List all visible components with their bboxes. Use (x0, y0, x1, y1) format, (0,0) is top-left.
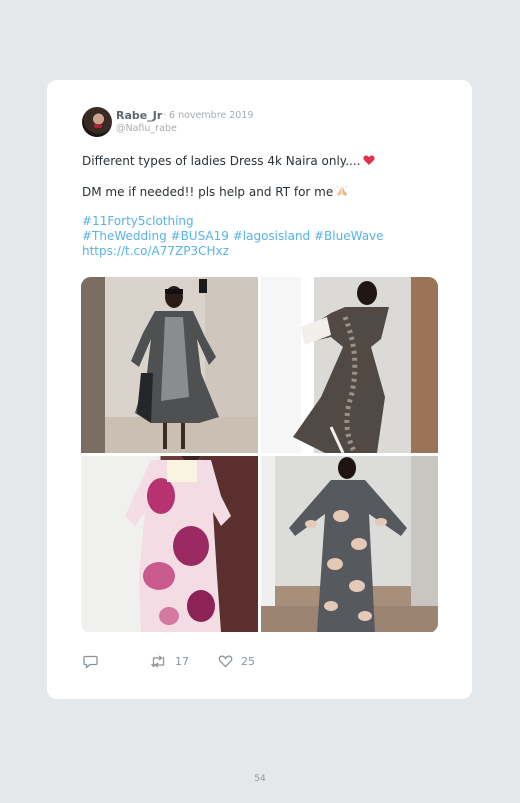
author-name[interactable]: Rabe_Jr (116, 109, 162, 122)
media-grid (81, 277, 438, 633)
hashtag-link[interactable]: #11Forty5clothing (82, 214, 194, 228)
page-number: 54 (254, 774, 266, 784)
like-action[interactable]: 25 (218, 655, 255, 668)
avatar[interactable] (82, 107, 112, 137)
reply-action[interactable] (83, 655, 98, 669)
photo-woman-pink-floral-dress[interactable] (81, 456, 258, 632)
hashtags-links[interactable]: #TheWedding #BUSA19 #lagosisland #BlueWa… (82, 229, 384, 243)
photo-woman-floral-dress[interactable] (261, 277, 438, 453)
tweet-text-line2: DM me if needed!! pls help and RT for me (82, 184, 348, 199)
praying-hands-emoji-icon (336, 185, 348, 197)
like-count: 25 (241, 655, 255, 668)
author-handle[interactable]: @Nafiu_rabe (116, 123, 177, 134)
retweet-action[interactable]: 17 (150, 655, 189, 668)
tweet-card: Rabe_Jr · 6 novembre 2019 @Nafiu_rabe Di… (47, 80, 472, 699)
photo-woman-grey-satin-dress[interactable] (81, 277, 258, 453)
photo-woman-grey-floral-kaftan[interactable] (261, 456, 438, 632)
retweet-count: 17 (175, 655, 189, 668)
retweet-icon[interactable] (150, 655, 167, 668)
heart-emoji-icon (363, 155, 376, 166)
tweet-line2-text: DM me if needed!! pls help and RT for me (82, 185, 334, 199)
short-url-link[interactable]: https://t.co/A77ZP3CHxz (82, 244, 229, 258)
reply-icon[interactable] (83, 655, 98, 669)
tweet-line1-text: Different types of ladies Dress 4k Naira… (82, 154, 361, 168)
heart-icon[interactable] (218, 655, 233, 668)
tweet-date[interactable]: · 6 novembre 2019 (163, 110, 253, 121)
tweet-text-line1: Different types of ladies Dress 4k Naira… (82, 154, 376, 168)
